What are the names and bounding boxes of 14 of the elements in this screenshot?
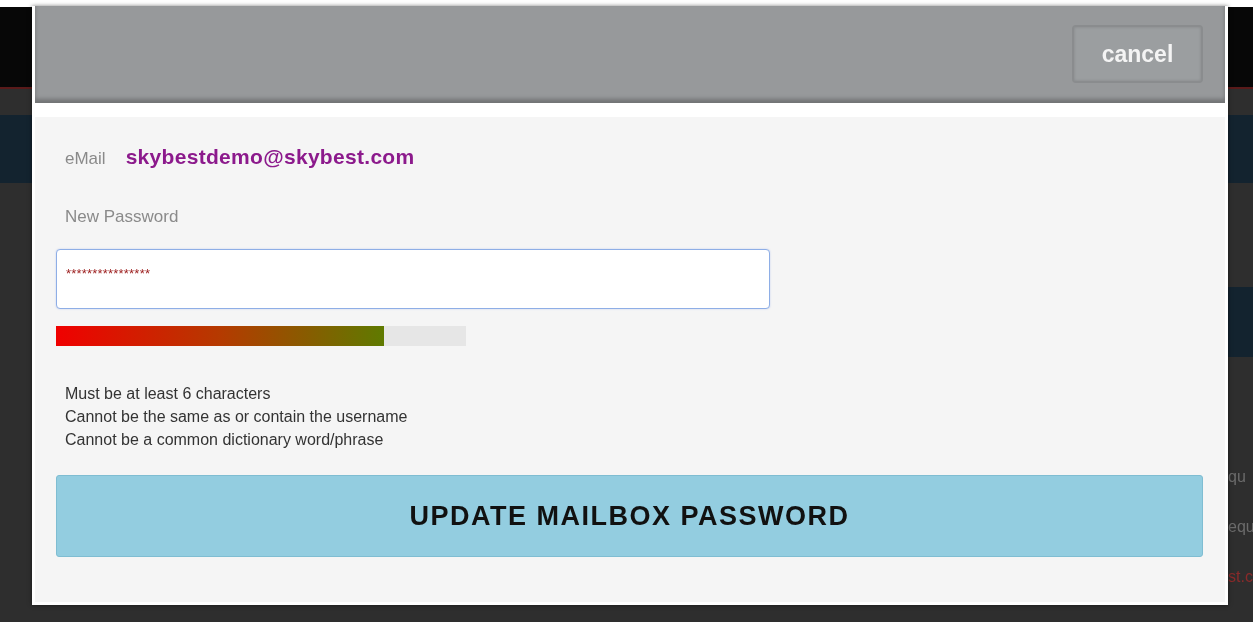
nav-band: [1228, 287, 1253, 357]
email-label: eMail: [65, 149, 106, 169]
password-rule: Must be at least 6 characters: [65, 384, 272, 404]
nav-band: [0, 115, 32, 183]
password-field[interactable]: ****************: [56, 249, 770, 309]
background-text: st.c: [1228, 567, 1253, 587]
background-text: equ: [1228, 517, 1253, 537]
password-label: New Password: [64, 207, 180, 227]
update-password-button[interactable]: UPDATE MAILBOX PASSWORD: [56, 475, 1203, 557]
email-value: skybestdemo@skybest.com: [125, 145, 415, 169]
nav-band: [1228, 115, 1253, 183]
password-rule: Cannot be a common dictionary word/phrase: [65, 430, 385, 450]
background-text: qu: [1228, 467, 1247, 487]
password-rule: Cannot be the same as or contain the username: [65, 407, 409, 427]
